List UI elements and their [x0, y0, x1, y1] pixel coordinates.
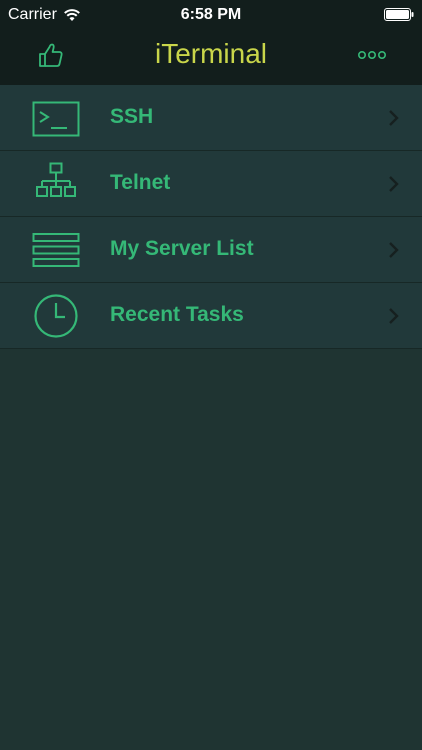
battery-icon: [384, 8, 414, 21]
menu-item-server-list[interactable]: My Server List: [0, 217, 422, 283]
app-screen: Carrier 6:58 PM iTerminal SSH Telnet My …: [0, 0, 422, 750]
status-time: 6:58 PM: [180, 6, 242, 23]
menu-item-label: My Server List: [110, 237, 254, 260]
chevron-right-icon: [389, 176, 399, 192]
menu-item-ssh[interactable]: SSH: [0, 85, 422, 151]
clock-icon: [34, 294, 78, 338]
menu-item-label: Telnet: [110, 171, 171, 194]
menu-list: SSH Telnet My Server List Recent Tasks: [0, 85, 422, 349]
top-bar: Carrier 6:58 PM iTerminal: [0, 0, 422, 85]
menu-item-telnet[interactable]: Telnet: [0, 151, 422, 217]
navigation-bar: iTerminal: [0, 30, 422, 85]
network-icon: [36, 162, 76, 197]
terminal-icon: [32, 101, 80, 137]
menu-item-recent-tasks[interactable]: Recent Tasks: [0, 283, 422, 349]
menu-item-label: SSH: [110, 105, 154, 128]
status-bar: Carrier 6:58 PM: [0, 0, 422, 30]
menu-item-label: Recent Tasks: [110, 303, 244, 326]
server-list-icon: [32, 233, 80, 267]
chevron-right-icon: [389, 308, 399, 324]
chevron-right-icon: [389, 242, 399, 258]
chevron-right-icon: [389, 110, 399, 126]
more-icon[interactable]: [358, 50, 386, 60]
